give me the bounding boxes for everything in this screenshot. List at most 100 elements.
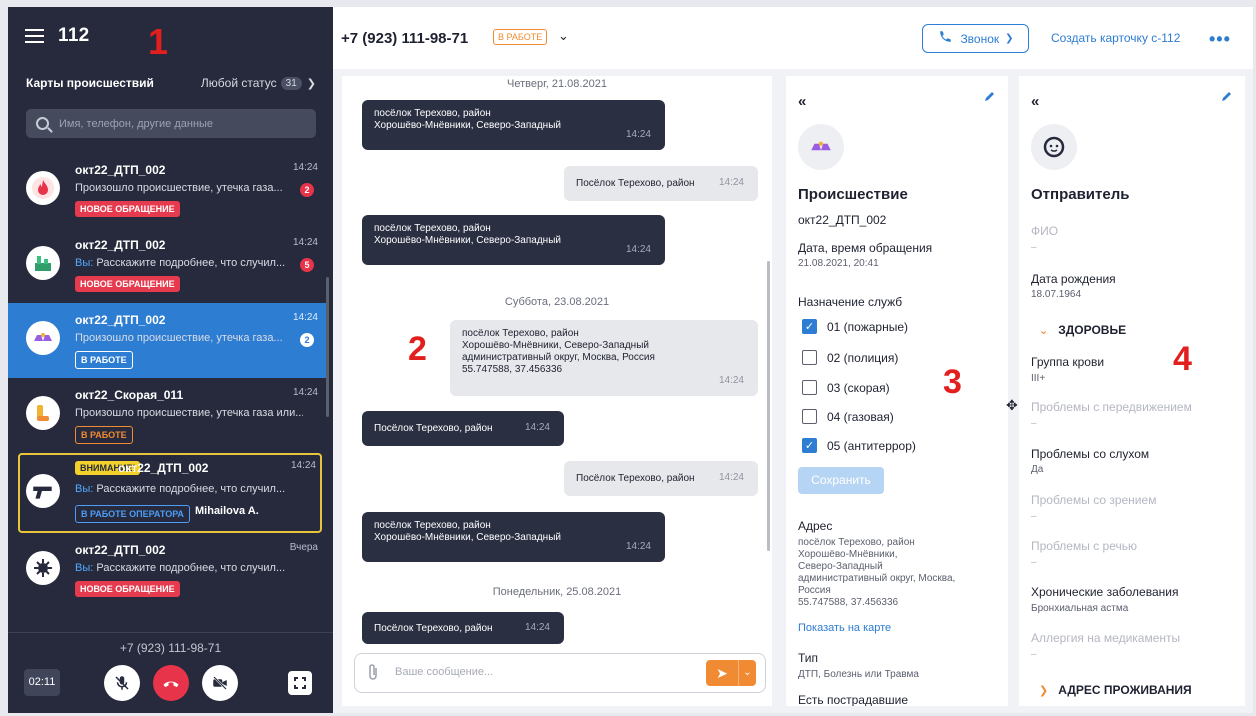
service-label: 03 (скорая)	[827, 380, 890, 395]
message-text: Расскажите подробнее, что случил...	[93, 562, 286, 574]
collapse-icon[interactable]: «	[1031, 93, 1039, 110]
speech-value: –	[1031, 557, 1037, 568]
date-separator: Понедельник, 25.08.2021	[492, 586, 622, 598]
checkbox-icon	[802, 409, 817, 424]
fire-icon	[26, 171, 60, 205]
edit-icon[interactable]	[984, 90, 996, 105]
health-section-toggle[interactable]: ⌄ ЗДОРОВЬЕ	[1039, 323, 1126, 337]
hang-up-button[interactable]	[153, 665, 189, 701]
type-value: ДТП, Болезнь или Травма	[798, 669, 919, 680]
incident-name: окт22_ДТП_002	[75, 313, 166, 327]
service-checkbox-03[interactable]: 03 (скорая)	[802, 380, 890, 395]
message-text: Хорошёво-Мнёвники, Северо-Западный	[462, 340, 649, 351]
chevron-down-icon[interactable]: ⌄	[558, 28, 569, 44]
incident-list: окт22_ДТП_002 14:24 Произошло происшеств…	[8, 153, 326, 608]
service-checkbox-02[interactable]: 02 (полиция)	[802, 350, 898, 365]
paperclip-icon[interactable]	[367, 663, 379, 685]
panel-title: Происшествие	[798, 186, 908, 203]
user-face-icon	[1031, 124, 1077, 170]
send-button[interactable]: ➤ ⌄	[706, 660, 756, 686]
service-checkbox-01[interactable]: ✓ 01 (пожарные)	[802, 319, 908, 334]
mute-mic-button[interactable]	[104, 665, 140, 701]
address-line: Северо-Западный	[798, 561, 883, 572]
message-composer: ➤ ⌄	[354, 653, 766, 693]
blood-label: Группа крови	[1031, 355, 1105, 369]
sender-panel: « Отправитель ФИО – Дата рождения 18.07.…	[1019, 76, 1245, 706]
chat-scrollbar[interactable]	[767, 261, 770, 551]
incident-name: окт22_Скорая_011	[75, 388, 184, 402]
status-filter-select[interactable]: Любой статус 31 ❯	[201, 76, 316, 90]
status-filter-label: Любой статус	[200, 76, 277, 90]
mobility-label: Проблемы с передвижением	[1031, 400, 1192, 414]
incident-item[interactable]: окт22_Скорая_011 14:24 Произошло происше…	[8, 378, 326, 453]
birth-value: 18.07.1964	[1031, 289, 1082, 300]
call-button[interactable]: Звонок ❯	[922, 24, 1029, 53]
checkbox-checked-icon: ✓	[802, 319, 817, 334]
unread-count-badge: 2	[300, 183, 314, 197]
incident-item-attention[interactable]: ВНИМАНИЕ! окт22_ДТП_002 14:24 Вы: Расска…	[18, 453, 322, 533]
status-badge: НОВОЕ ОБРАЩЕНИЕ	[75, 581, 180, 597]
video-off-button[interactable]	[202, 665, 238, 701]
sidebar-scrollbar[interactable]	[326, 277, 329, 417]
incident-message: Вы: Расскажите подробнее, что случил...	[75, 562, 303, 574]
incident-item-active[interactable]: окт22_ДТП_002 14:24 Произошло происшеств…	[8, 303, 326, 378]
phone-icon	[937, 29, 953, 48]
chat-panel: Четверг, 21.08.2021 посёлок Терехово, ра…	[342, 76, 772, 706]
status-badge: НОВОЕ ОБРАЩЕНИЕ	[75, 201, 180, 217]
operator-name: Mihailova A.	[195, 505, 259, 517]
fullscreen-button[interactable]	[288, 671, 312, 695]
incident-item[interactable]: окт22_ДТП_002 14:24 Вы: Расскажите подро…	[8, 228, 326, 303]
incident-time: Вчера	[289, 542, 318, 553]
chevron-down-icon: ❯	[1005, 33, 1014, 44]
services-label: Назначение служб	[798, 295, 903, 309]
service-label: 05 (антитеррор)	[827, 438, 916, 453]
status-count-badge: 31	[280, 76, 302, 90]
more-icon[interactable]: •••	[1209, 29, 1231, 50]
date-separator: Суббота, 23.08.2021	[504, 296, 610, 308]
incident-time: 14:24	[292, 312, 318, 323]
edit-icon[interactable]	[1221, 90, 1233, 105]
sidebar: 112 1 Карты происшествий Любой статус 31…	[8, 7, 333, 713]
menu-icon[interactable]	[25, 29, 44, 43]
chevron-down-icon[interactable]: ⌄	[738, 660, 756, 686]
message-time: 14:24	[718, 177, 744, 188]
incident-item[interactable]: окт22_ДТП_002 Вчера Вы: Расскажите подро…	[8, 533, 326, 608]
message-text: административный округ, Москва, Россия	[462, 352, 655, 363]
incident-message: Произошло происшествие, утечка газа...	[75, 332, 283, 344]
collapse-icon[interactable]: «	[798, 93, 806, 110]
list-title: Карты происшествий	[26, 76, 154, 90]
address-section-title: АДРЕС ПРОЖИВАНИЯ	[1058, 683, 1192, 697]
mic-off-icon	[115, 676, 129, 690]
hearing-label: Проблемы со слухом	[1031, 447, 1150, 461]
chevron-right-icon: ❯	[1039, 684, 1049, 697]
resize-handle-icon[interactable]: ✥	[1006, 397, 1018, 414]
show-on-map-link[interactable]: Показать на карте	[798, 622, 891, 634]
incident-item[interactable]: окт22_ДТП_002 14:24 Произошло происшеств…	[8, 153, 326, 228]
search-box[interactable]	[26, 109, 316, 138]
app-window: 112 1 Карты происшествий Любой статус 31…	[8, 7, 1253, 713]
message-text: Расскажите подробнее, что случил...	[93, 257, 286, 269]
hearing-value: Да	[1031, 464, 1044, 475]
annotation-4: 4	[1173, 340, 1192, 378]
search-icon	[36, 117, 49, 130]
message-outgoing: Посёлок Терехово, район 14:24	[564, 461, 758, 496]
annotation-3: 3	[943, 363, 962, 401]
service-checkbox-04[interactable]: 04 (газовая)	[802, 409, 894, 424]
address-label: Адрес	[798, 519, 833, 533]
search-input[interactable]	[59, 117, 299, 130]
birth-label: Дата рождения	[1031, 272, 1116, 286]
address-line: Хорошёво-Мнёвники,	[798, 549, 898, 560]
you-prefix: Вы:	[75, 483, 94, 495]
save-button[interactable]: Сохранить	[798, 467, 884, 494]
service-checkbox-05[interactable]: ✓ 05 (антитеррор)	[802, 438, 916, 453]
call-button-label: Звонок	[960, 31, 1000, 46]
incident-name: окт22_ДТП_002	[118, 461, 209, 475]
message-time: 14:24	[625, 129, 651, 140]
address-line: Россия	[798, 585, 831, 596]
create-card-link[interactable]: Создать карточку с-112	[1051, 31, 1180, 45]
list-filter-row: Карты происшествий Любой статус 31 ❯	[26, 76, 316, 90]
you-prefix: Вы:	[75, 562, 94, 574]
annotation-2: 2	[408, 330, 427, 368]
address-section-toggle[interactable]: ❯ АДРЕС ПРОЖИВАНИЯ	[1039, 683, 1192, 697]
message-input[interactable]	[395, 666, 695, 678]
